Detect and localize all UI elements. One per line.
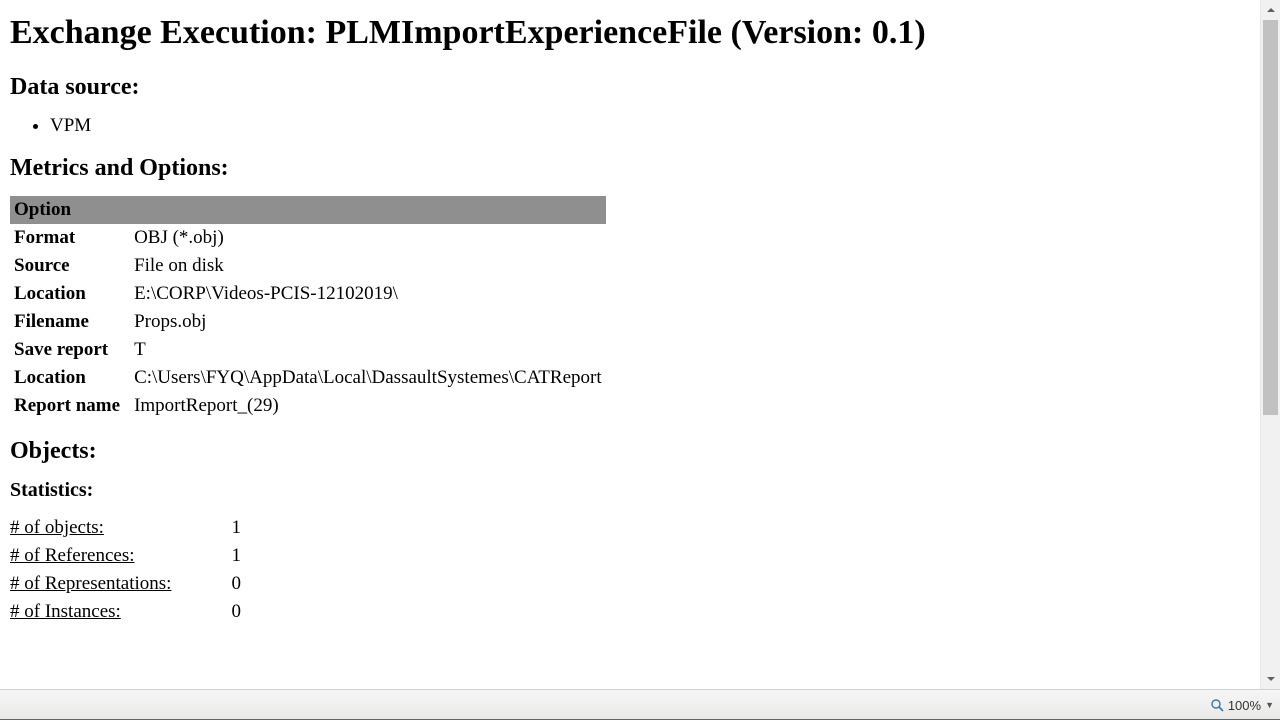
table-row: LocationE:\CORP\Videos-PCIS-12102019\ xyxy=(10,280,606,308)
section-metrics-heading: Metrics and Options: xyxy=(10,155,1250,182)
option-value: E:\CORP\Videos-PCIS-12102019\ xyxy=(130,280,606,308)
status-bar: 100% ▼ xyxy=(0,689,1280,720)
magnifier-icon xyxy=(1210,698,1224,712)
stat-label: # of Representations: xyxy=(10,570,231,598)
page-title: Exchange Execution: PLMImportExperienceF… xyxy=(10,14,1250,52)
table-row: Report nameImportReport_(29) xyxy=(10,392,606,420)
table-row: # of objects:1 xyxy=(10,514,241,542)
option-value: C:\Users\FYQ\AppData\Local\DassaultSyste… xyxy=(130,364,606,392)
stat-label: # of objects: xyxy=(10,514,231,542)
stat-label: # of Instances: xyxy=(10,598,231,626)
data-source-list: VPM xyxy=(10,115,1250,137)
option-label: Save report xyxy=(10,336,130,364)
option-label: Source xyxy=(10,252,130,280)
option-value: Props.obj xyxy=(130,308,606,336)
table-row: # of Instances:0 xyxy=(10,598,241,626)
stat-value: 0 xyxy=(231,598,241,626)
vertical-scrollbar[interactable] xyxy=(1260,0,1280,689)
option-value: OBJ (*.obj) xyxy=(130,224,606,252)
options-header-cell: Option xyxy=(10,196,606,224)
option-label: Report name xyxy=(10,392,130,420)
scroll-thumb[interactable] xyxy=(1263,20,1278,415)
report-viewport: Exchange Execution: PLMImportExperienceF… xyxy=(0,0,1260,689)
stat-label: # of References: xyxy=(10,542,231,570)
zoom-level-label[interactable]: 100% xyxy=(1228,698,1261,713)
option-label: Format xyxy=(10,224,130,252)
option-label: Location xyxy=(10,280,130,308)
chevron-down-icon[interactable]: ▼ xyxy=(1265,700,1274,710)
option-label: Filename xyxy=(10,308,130,336)
option-label: Location xyxy=(10,364,130,392)
option-value: ImportReport_(29) xyxy=(130,392,606,420)
stat-value: 0 xyxy=(231,570,241,598)
table-row: FilenameProps.obj xyxy=(10,308,606,336)
section-objects-heading: Objects: xyxy=(10,438,1250,465)
data-source-item: VPM xyxy=(50,115,1250,137)
option-value: File on disk xyxy=(130,252,606,280)
stat-value: 1 xyxy=(231,514,241,542)
table-row: FormatOBJ (*.obj) xyxy=(10,224,606,252)
scroll-down-button[interactable] xyxy=(1261,669,1280,689)
table-row: LocationC:\Users\FYQ\AppData\Local\Dassa… xyxy=(10,364,606,392)
statistics-table: # of objects:1 # of References:1 # of Re… xyxy=(10,514,241,626)
section-data-source-heading: Data source: xyxy=(10,74,1250,101)
stat-value: 1 xyxy=(231,542,241,570)
section-statistics-heading: Statistics: xyxy=(10,479,1250,502)
table-row: SourceFile on disk xyxy=(10,252,606,280)
options-table: Option FormatOBJ (*.obj) SourceFile on d… xyxy=(10,196,606,420)
table-row: Save reportT xyxy=(10,336,606,364)
scroll-up-button[interactable] xyxy=(1261,0,1280,20)
table-row: # of Representations:0 xyxy=(10,570,241,598)
option-value: T xyxy=(130,336,606,364)
table-row: # of References:1 xyxy=(10,542,241,570)
